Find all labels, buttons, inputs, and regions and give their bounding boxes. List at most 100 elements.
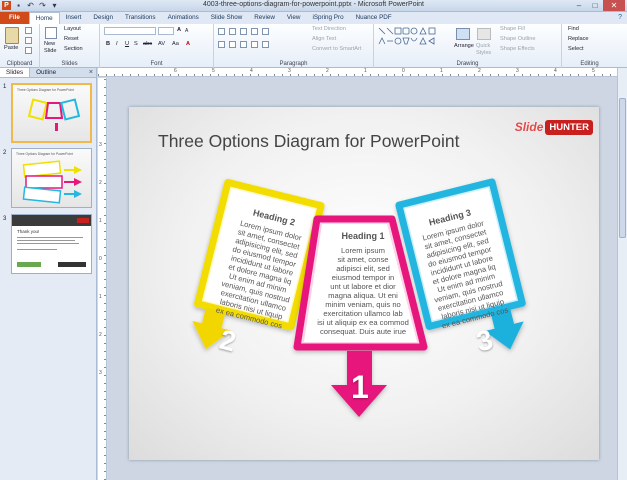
thumb-title: Thank you! (17, 229, 40, 234)
help-icon[interactable]: ? (613, 12, 627, 24)
tab-animations[interactable]: Animations (162, 12, 205, 24)
font-label: Font (150, 61, 163, 67)
tab-file[interactable]: File (0, 12, 29, 24)
minimize-icon[interactable]: – (571, 0, 587, 11)
tab-view[interactable]: View (281, 12, 307, 24)
cut-icon[interactable] (25, 27, 32, 34)
paragraph-label: Paragraph (279, 61, 308, 67)
thumbnail-diagram (27, 98, 81, 131)
shape-effects-button[interactable]: Shape Effects (500, 46, 535, 52)
bold-button[interactable]: B (106, 41, 110, 47)
tab-insert[interactable]: Insert (60, 12, 88, 24)
replace-button[interactable]: Replace (568, 36, 589, 42)
horizontal-ruler: 6 5 4 3 2 1 0 1 2 3 4 5 (98, 68, 627, 77)
panel-tabs: Slides Outline × (0, 68, 96, 78)
option-number-1: 1 (351, 369, 369, 405)
clipboard-group: Paste Clipboard (0, 24, 40, 68)
drawing-label: Drawing (456, 61, 479, 67)
columns-icon[interactable] (262, 41, 269, 48)
close-panel-icon[interactable]: × (89, 68, 96, 77)
window-controls: – □ ✕ (571, 0, 625, 11)
card-body: Lorem ipsum sit amet, conse adipisci eli… (317, 246, 409, 336)
vertical-ruler: 3 2 1 0 1 2 3 (98, 78, 107, 480)
tab-review[interactable]: Review (248, 12, 281, 24)
reset-button[interactable]: Reset (64, 36, 79, 42)
font-color-button[interactable]: A (186, 41, 190, 47)
font-name-field[interactable] (104, 27, 156, 35)
shapes-gallery-icon[interactable] (377, 26, 445, 52)
slides-group: New Slide Layout Reset Section Slides (40, 24, 100, 68)
justify-icon[interactable] (251, 41, 258, 48)
card-heading: Heading 1 (341, 231, 385, 241)
editing-group: Find Replace Select Editing (562, 24, 617, 68)
title-bar: P ▪ ↶ ↷ ▾ 4003-three-options-diagram-for… (0, 0, 627, 12)
tab-outline[interactable]: Outline (30, 68, 62, 77)
copy-icon[interactable] (25, 37, 32, 44)
shrink-font-button[interactable]: A (185, 28, 188, 34)
tab-transitions[interactable]: Transitions (119, 12, 162, 24)
slide-number: 2 (3, 150, 7, 156)
scrollbar-thumb[interactable] (619, 98, 626, 238)
shape-fill-button[interactable]: Shape Fill (500, 26, 525, 32)
editing-label: Editing (580, 61, 599, 67)
tab-nuance-pdf[interactable]: Nuance PDF (350, 12, 398, 24)
tab-home[interactable]: Home (28, 12, 60, 24)
shape-outline-button[interactable]: Shape Outline (500, 36, 535, 42)
ribbon: Paste Clipboard New Slide Layout Reset S… (0, 24, 627, 68)
maximize-icon[interactable]: □ (587, 0, 603, 11)
format-painter-icon[interactable] (25, 47, 32, 54)
align-left-icon[interactable] (218, 41, 225, 48)
increase-indent-icon[interactable] (251, 28, 258, 35)
text-direction-button[interactable]: Text Direction (312, 26, 346, 32)
underline-button[interactable]: U (125, 41, 129, 47)
arrange-icon[interactable] (456, 28, 470, 40)
tab-design[interactable]: Design (87, 12, 119, 24)
convert-smartart-button[interactable]: Convert to SmartArt (312, 46, 361, 52)
decrease-indent-icon[interactable] (240, 28, 247, 35)
slide-thumbnail-3[interactable]: Thank you! (11, 214, 92, 274)
grow-font-button[interactable]: A (177, 27, 181, 33)
font-group: A A B I U S abc AV Aa A Font (100, 24, 214, 68)
layout-button[interactable]: Layout (64, 26, 81, 32)
paste-button[interactable]: Paste (4, 45, 18, 51)
align-right-icon[interactable] (240, 41, 247, 48)
slides-label: Slides (61, 61, 78, 67)
find-button[interactable]: Find (568, 26, 579, 32)
shadow-button[interactable]: S (134, 41, 138, 47)
select-button[interactable]: Select (568, 46, 584, 52)
numbering-icon[interactable] (229, 28, 236, 35)
strikethrough-button[interactable]: abc (143, 41, 152, 47)
tab-ispring-pro[interactable]: iSpring Pro (306, 12, 349, 24)
ribbon-tabs: File Home Insert Design Transitions Anim… (0, 12, 627, 24)
new-slide-icon[interactable] (45, 27, 57, 39)
change-case-button[interactable]: Aa (172, 41, 179, 47)
thumbnail-diagram (22, 160, 82, 204)
drawing-group: Arrange Quick Styles Shape Fill Shape Ou… (374, 24, 562, 68)
slides-panel: Slides Outline × 1 Three Options Diagram… (0, 68, 97, 480)
close-icon[interactable]: ✕ (603, 0, 625, 11)
slide-thumbnail-2[interactable]: Three Options Diagram for PowerPoint (11, 148, 92, 208)
tab-slide-show[interactable]: Slide Show (205, 12, 249, 24)
quick-styles-icon[interactable] (477, 28, 491, 40)
clipboard-label: Clipboard (6, 61, 33, 67)
paragraph-group: Text Direction Align Text Convert to Sma… (214, 24, 374, 68)
char-spacing-button[interactable]: AV (158, 41, 165, 47)
paste-icon[interactable] (5, 27, 19, 44)
slide-number: 3 (3, 216, 7, 222)
italic-button[interactable]: I (116, 41, 118, 47)
align-center-icon[interactable] (229, 41, 236, 48)
bullets-icon[interactable] (218, 28, 225, 35)
arrange-button[interactable]: Arrange (454, 43, 474, 49)
slide-thumbnail-1[interactable]: Three Options Diagram for PowerPoint (11, 83, 92, 143)
line-spacing-icon[interactable] (262, 28, 269, 35)
new-slide-button[interactable]: New Slide (44, 41, 56, 55)
slide-canvas[interactable]: Three Options Diagram for PowerPoint Sli… (129, 107, 599, 460)
font-size-field[interactable] (158, 27, 174, 35)
align-text-button[interactable]: Align Text (312, 36, 336, 42)
vertical-scrollbar[interactable] (617, 68, 627, 480)
thumb-logo (77, 218, 89, 223)
section-button[interactable]: Section (64, 46, 83, 52)
slide-number: 1 (3, 84, 7, 90)
tab-slides[interactable]: Slides (0, 68, 31, 77)
quick-styles-button[interactable]: Quick Styles (476, 43, 491, 57)
